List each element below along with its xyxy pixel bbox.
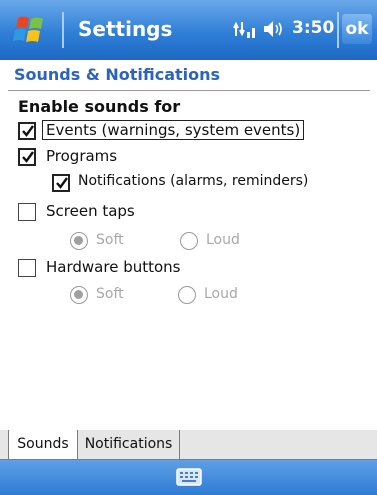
app-title: Settings [78, 17, 173, 41]
screen-taps-loud-label[interactable]: Loud [206, 232, 240, 248]
hardware-buttons-loud-label[interactable]: Loud [204, 286, 238, 302]
title-separator [62, 12, 64, 48]
hardware-buttons-soft-radio[interactable] [70, 286, 88, 304]
hardware-buttons-label[interactable]: Hardware buttons [46, 258, 180, 276]
programs-label[interactable]: Programs [46, 147, 117, 165]
keyboard-icon[interactable] [176, 468, 202, 486]
tab-strip-fill [180, 430, 377, 460]
screen-taps-loud-radio[interactable] [180, 232, 198, 250]
section-title: Enable sounds for [18, 97, 181, 116]
page-title: Sounds & Notifications [14, 65, 221, 84]
notifications-label[interactable]: Notifications (alarms, reminders) [78, 173, 308, 189]
events-label[interactable]: Events (warnings, system events) [42, 120, 305, 140]
header-divider [8, 90, 370, 91]
screen-taps-soft-label[interactable]: Soft [96, 232, 124, 248]
clock[interactable]: 3:50 [292, 18, 334, 38]
volume-icon[interactable] [262, 18, 288, 40]
title-bar: Settings 3:50 ok [0, 0, 377, 60]
title-separator [337, 12, 339, 48]
events-checkbox[interactable] [18, 122, 36, 140]
notifications-checkbox[interactable] [52, 174, 70, 192]
hardware-buttons-loud-radio[interactable] [178, 286, 196, 304]
screen-taps-checkbox[interactable] [18, 203, 36, 221]
hardware-buttons-checkbox[interactable] [18, 259, 36, 277]
screen-taps-label[interactable]: Screen taps [46, 202, 135, 220]
connectivity-icon[interactable] [232, 18, 258, 40]
tab-notifications[interactable]: Notifications [78, 430, 180, 460]
ok-button[interactable]: ok [342, 14, 372, 44]
windows-logo-icon[interactable] [12, 14, 52, 46]
screen-taps-soft-radio[interactable] [70, 232, 88, 250]
hardware-buttons-soft-label[interactable]: Soft [96, 286, 124, 302]
programs-checkbox[interactable] [18, 148, 36, 166]
tab-sounds[interactable]: Sounds [8, 430, 78, 460]
bottom-menu-bar [0, 460, 377, 495]
tab-strip-fill [0, 430, 8, 460]
